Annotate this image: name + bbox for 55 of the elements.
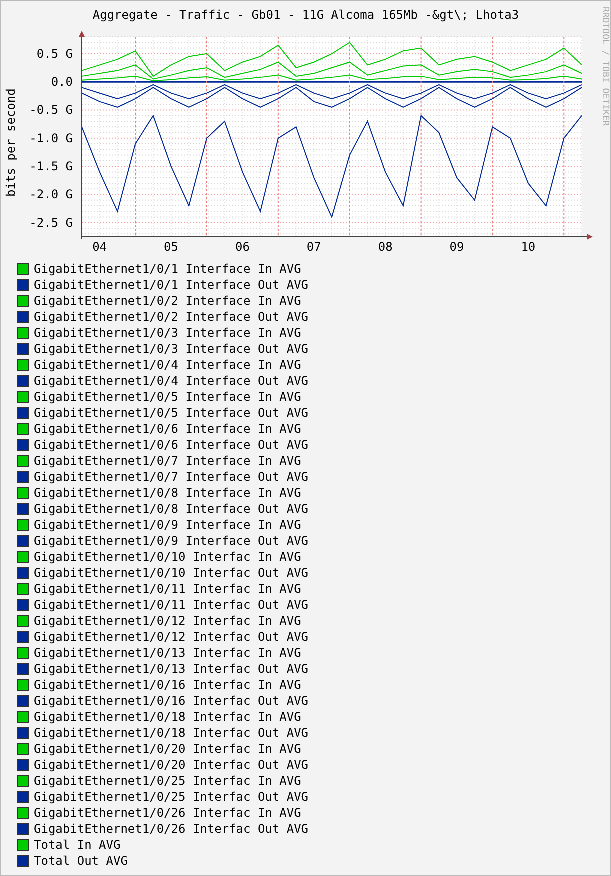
legend-label: GigabitEthernet1/0/6 Interface In AVG (34, 421, 302, 437)
legend-label: GigabitEthernet1/0/8 Interface In AVG (34, 485, 302, 501)
y-tick-label: -1.0 G (30, 131, 74, 146)
y-tick-label: -0.5 G (30, 103, 74, 118)
y-tick-label: -2.5 G (30, 216, 74, 230)
x-tick-label: 10 (521, 240, 536, 254)
legend-label: GigabitEthernet1/0/3 Interface Out AVG (34, 341, 309, 357)
legend-label: GigabitEthernet1/0/4 Interface In AVG (34, 357, 302, 373)
y-axis-label: bits per second (4, 88, 18, 197)
legend-label: GigabitEthernet1/0/13 Interfac In AVG (34, 645, 302, 661)
legend-label: Total In AVG (34, 837, 121, 853)
legend-label: GigabitEthernet1/0/20 Interfac In AVG (34, 741, 302, 757)
legend-label: GigabitEthernet1/0/16 Interfac In AVG (34, 677, 302, 693)
y-tick-label: -2.0 G (30, 188, 74, 202)
legend-label: GigabitEthernet1/0/13 Interfac Out AVG (34, 661, 309, 677)
legend-label: GigabitEthernet1/0/8 Interface Out AVG (34, 501, 309, 517)
x-tick-label: 04 (92, 240, 108, 254)
legend-label: GigabitEthernet1/0/25 Interfac In AVG (34, 773, 302, 789)
legend-label: GigabitEthernet1/0/26 Interfac Out AVG (34, 821, 309, 837)
legend-label: GigabitEthernet1/0/2 Interface In AVG (34, 293, 302, 309)
legend-label: GigabitEthernet1/0/7 Interface Out AVG (34, 469, 309, 485)
y-tick-label: -1.5 G (30, 160, 74, 174)
legend-label: GigabitEthernet1/0/1 Interface Out AVG (34, 277, 309, 293)
legend-label: GigabitEthernet1/0/7 Interface In AVG (34, 453, 302, 469)
legend-label: GigabitEthernet1/0/5 Interface In AVG (34, 389, 302, 405)
legend-label: GigabitEthernet1/0/1 Interface In AVG (34, 261, 302, 277)
legend-label: Total Out AVG (34, 853, 128, 869)
legend-label: GigabitEthernet1/0/25 Interfac Out AVG (34, 789, 309, 805)
legend-label: GigabitEthernet1/0/16 Interfac Out AVG (34, 693, 309, 709)
side-note: RRDTOOL / TOBI OETIKER (600, 7, 610, 126)
legend-label: GigabitEthernet1/0/11 Interfac In AVG (34, 581, 302, 597)
legend-label: GigabitEthernet1/0/6 Interface Out AVG (34, 437, 309, 453)
x-tick-label: 07 (306, 240, 322, 254)
legend-label: GigabitEthernet1/0/18 Interfac Out AVG (34, 725, 309, 741)
legend-label: GigabitEthernet1/0/12 Interfac In AVG (34, 613, 302, 629)
legend-label: GigabitEthernet1/0/20 Interfac Out AVG (34, 757, 309, 773)
legend-label: GigabitEthernet1/0/3 Interface In AVG (34, 325, 302, 341)
legend-label: GigabitEthernet1/0/12 Interfac Out AVG (34, 629, 309, 645)
x-tick-label: 05 (164, 240, 178, 254)
legend-label: GigabitEthernet1/0/11 Interfac Out AVG (34, 597, 309, 613)
legend-label: GigabitEthernet1/0/2 Interface Out AVG (34, 309, 309, 325)
legend-label: GigabitEthernet1/0/26 Interfac In AVG (34, 805, 302, 821)
legend-label: GigabitEthernet1/0/9 Interface Out AVG (34, 533, 309, 549)
legend-label: GigabitEthernet1/0/4 Interface Out AVG (34, 373, 309, 389)
y-tick-label: 0.5 G (36, 46, 74, 61)
x-tick-label: 08 (378, 240, 393, 254)
legend-label: GigabitEthernet1/0/9 Interface In AVG (34, 517, 302, 533)
legend-label: GigabitEthernet1/0/10 Interfac Out AVG (34, 565, 309, 581)
graph-title: Aggregate - Traffic - Gb01 - 11G Alcoma 165Mb -&gt\; Lhota3 (92, 8, 520, 22)
x-tick-label: 06 (236, 240, 250, 254)
legend-label: GigabitEthernet1/0/10 Interfac In AVG (34, 549, 302, 565)
legend-label: GigabitEthernet1/0/18 Interfac In AVG (34, 709, 302, 725)
x-tick-label: 09 (450, 240, 464, 254)
y-tick-label: 0.0 (51, 75, 74, 90)
legend-label: GigabitEthernet1/0/5 Interface Out AVG (34, 405, 309, 421)
